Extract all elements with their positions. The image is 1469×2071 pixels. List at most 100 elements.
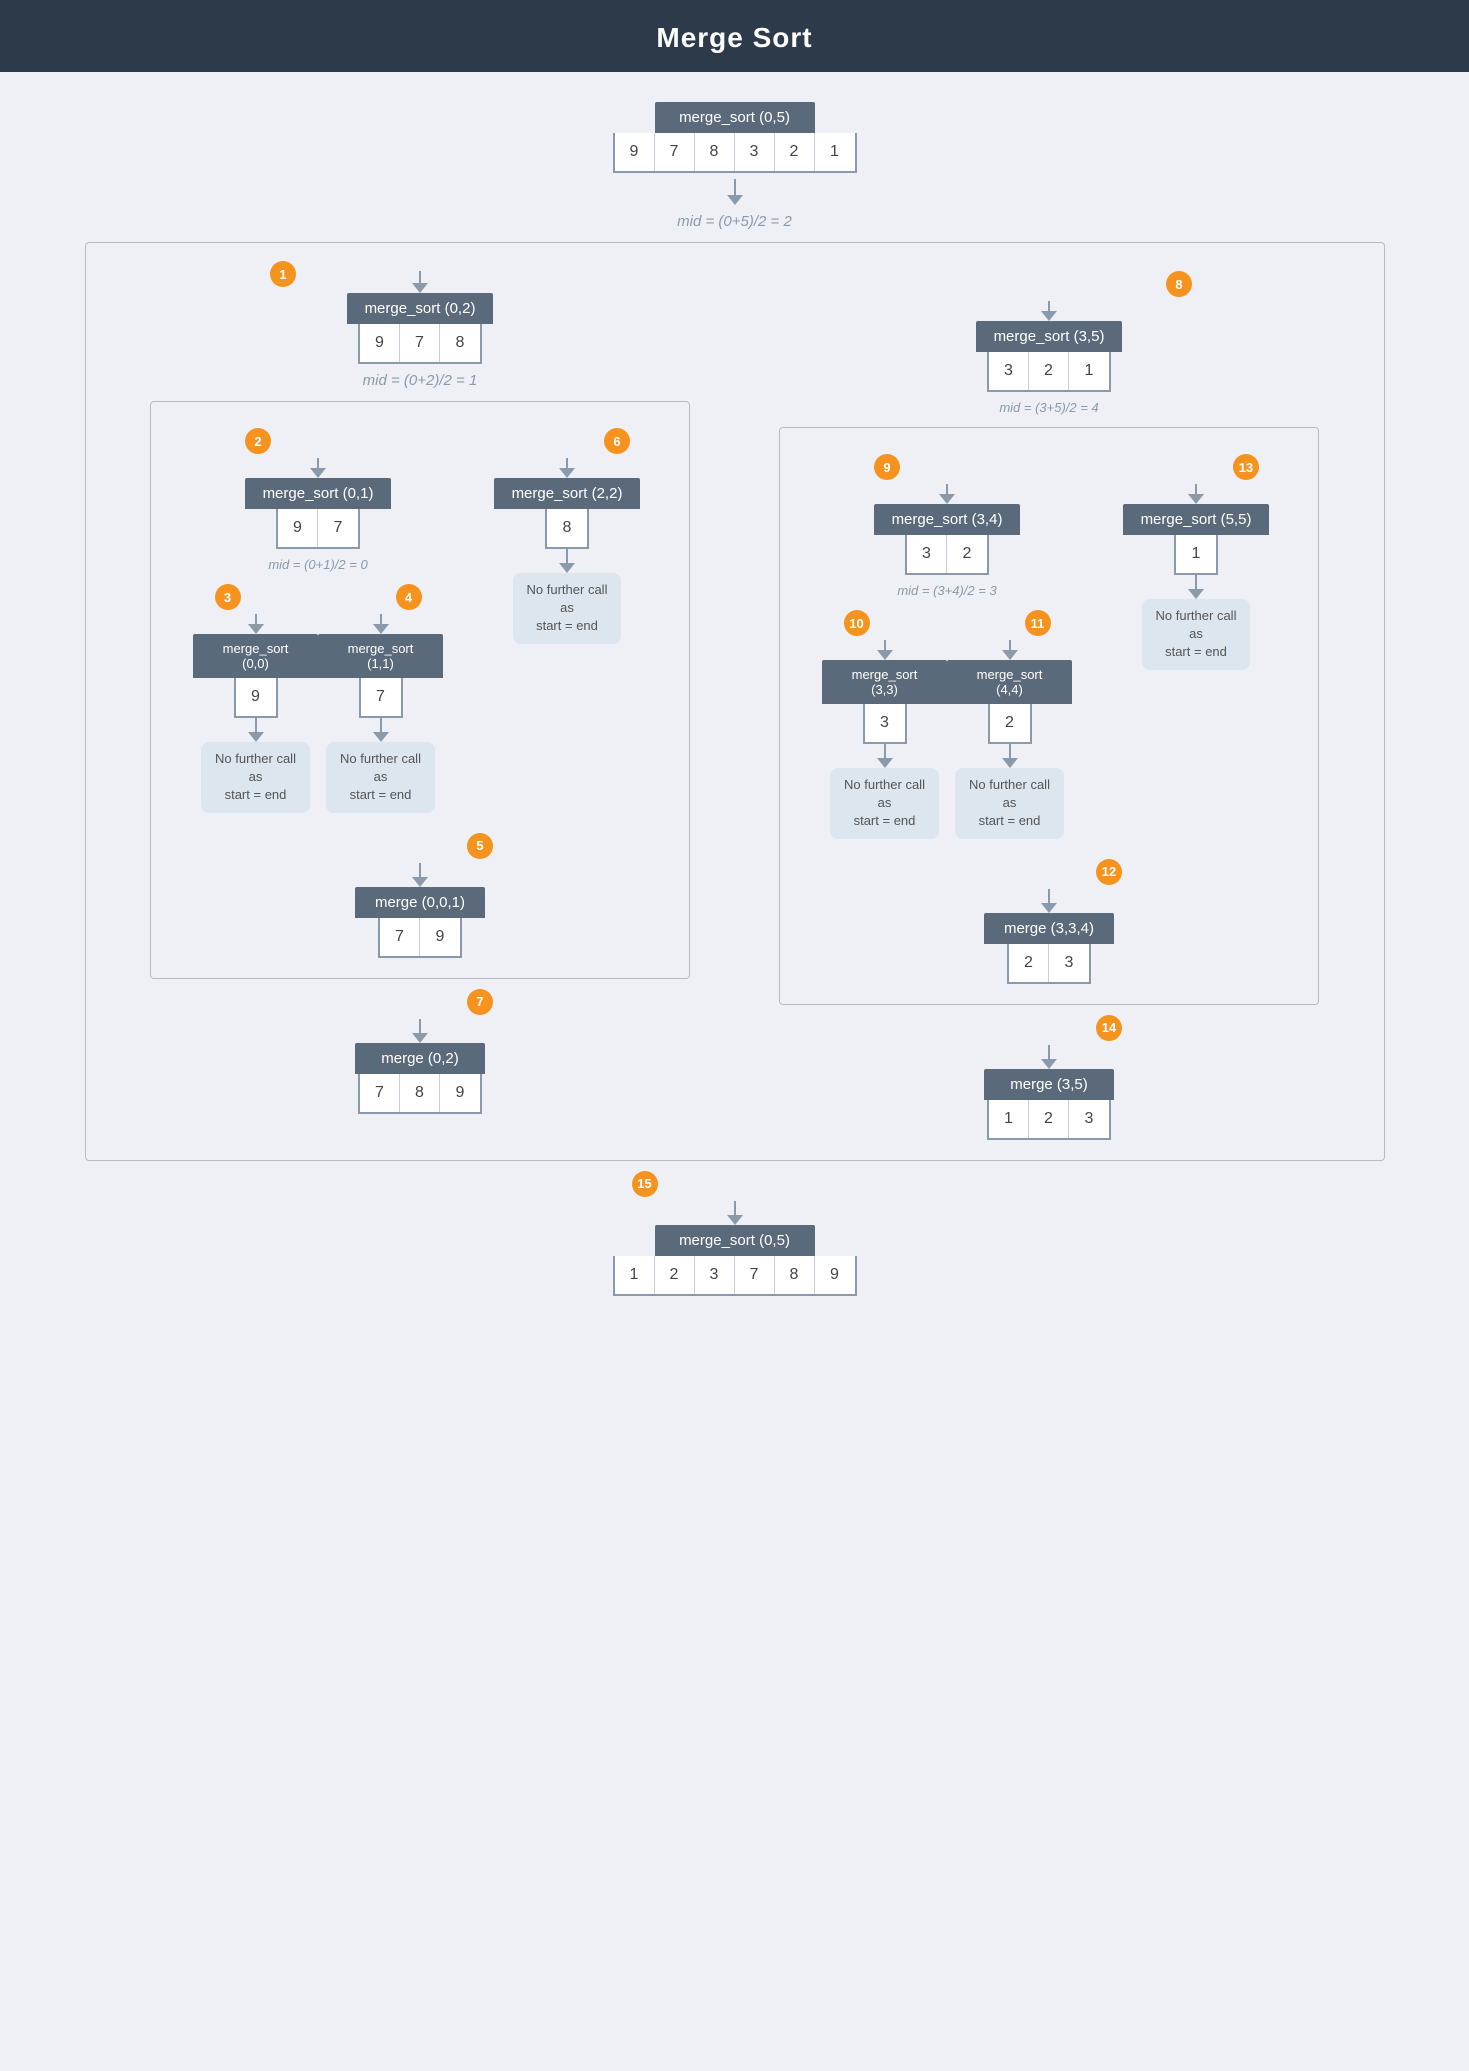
n15-box: merge_sort (0,5) 1 2 3 7 8 9 bbox=[613, 1225, 857, 1296]
n2-val-0: 9 bbox=[278, 509, 318, 547]
n1-box: merge_sort (0,2) 9 7 8 bbox=[347, 293, 494, 364]
n13-container: 13 merge_sort (5,5) 1 bbox=[1116, 454, 1276, 670]
n6-label: merge_sort (2,2) bbox=[494, 478, 641, 509]
n10-n11-row: 10 merge_sort (3,3) 3 bbox=[822, 610, 1072, 839]
n5-rel: 5 merge (0,0,1) 7 9 bbox=[355, 833, 485, 958]
n6-box: merge_sort (2,2) 8 bbox=[494, 478, 641, 549]
ah-n4 bbox=[373, 624, 389, 634]
badge-4: 4 bbox=[396, 584, 422, 610]
n5-label: merge (0,0,1) bbox=[355, 887, 485, 918]
al-n3b bbox=[255, 718, 257, 732]
left-subtree: 1 merge_sort (0,2) 9 7 8 mid = (0+2)/2 =… bbox=[130, 271, 710, 1114]
ah-n2 bbox=[310, 468, 326, 478]
n7-val-2: 9 bbox=[440, 1074, 480, 1112]
al-n13b bbox=[1195, 575, 1197, 589]
n8-inner-box: 9 merge_sort (3,4) 3 2 bbox=[779, 427, 1319, 1005]
ah-n10 bbox=[877, 650, 893, 660]
al-n10b bbox=[884, 744, 886, 758]
n2-val-1: 7 bbox=[318, 509, 358, 547]
n8-container: 8 merge_sort (3,5) 3 2 1 mid = (3+5)/2 =… bbox=[759, 271, 1339, 423]
n15-val-2: 3 bbox=[695, 1256, 735, 1294]
n15-val-3: 7 bbox=[735, 1256, 775, 1294]
badge-12: 12 bbox=[1096, 859, 1122, 885]
header: Merge Sort bbox=[0, 0, 1469, 72]
n4-label: merge_sort (1,1) bbox=[318, 634, 443, 678]
al-n8 bbox=[1048, 301, 1050, 311]
n14-val-1: 2 bbox=[1029, 1100, 1069, 1138]
n10-box: merge_sort (3,3) 3 bbox=[822, 660, 947, 744]
n15-val-5: 9 bbox=[815, 1256, 855, 1294]
n3-subtree: 3 merge_sort (0,0) 9 bbox=[193, 584, 318, 813]
n7-box: merge (0,2) 7 8 9 bbox=[355, 1043, 485, 1114]
al-n13 bbox=[1195, 484, 1197, 494]
n14-box: merge (3,5) 1 2 3 bbox=[984, 1069, 1114, 1140]
mid-n9: mid = (3+4)/2 = 3 bbox=[897, 583, 996, 598]
al-n4 bbox=[380, 614, 382, 624]
n1-label: merge_sort (0,2) bbox=[347, 293, 494, 324]
n5-box: merge (0,0,1) 7 9 bbox=[355, 887, 485, 958]
n9-subtree: 9 merge_sort (3,4) 3 2 bbox=[822, 454, 1072, 839]
n14-label: merge (3,5) bbox=[984, 1069, 1114, 1100]
arrowhead-n1 bbox=[412, 283, 428, 293]
al-n7 bbox=[419, 1019, 421, 1033]
n3-box: merge_sort (0,0) 9 bbox=[193, 634, 318, 718]
no-further-n4: No further callasstart = end bbox=[326, 742, 435, 813]
no-further-n6: No further callasstart = end bbox=[513, 573, 622, 644]
badge-9: 9 bbox=[874, 454, 900, 480]
n8-val-0: 3 bbox=[989, 352, 1029, 390]
al-n11b bbox=[1009, 744, 1011, 758]
mid-root-label: mid = (0+5)/2 = 2 bbox=[677, 213, 792, 230]
ah-n6b bbox=[559, 563, 575, 573]
n10-container: 10 merge_sort (3,3) 3 bbox=[822, 610, 947, 839]
al-n5 bbox=[419, 863, 421, 877]
n14-val-0: 1 bbox=[989, 1100, 1029, 1138]
ah-n3 bbox=[248, 624, 264, 634]
n15-val-0: 1 bbox=[615, 1256, 655, 1294]
n11-val-0: 2 bbox=[990, 704, 1030, 742]
n9-n13-row: 9 merge_sort (3,4) 3 2 bbox=[800, 454, 1298, 839]
root-mid-arrow bbox=[727, 179, 743, 205]
n2-box: merge_sort (0,1) 9 7 bbox=[245, 478, 392, 549]
n11-label: merge_sort (4,4) bbox=[947, 660, 1072, 704]
n7-label: merge (0,2) bbox=[355, 1043, 485, 1074]
badge-7: 7 bbox=[467, 989, 493, 1015]
n12-val-1: 3 bbox=[1049, 944, 1089, 982]
no-further-n10: No further callasstart = end bbox=[830, 768, 939, 839]
n8-val-1: 2 bbox=[1029, 352, 1069, 390]
n7-container: 7 merge (0,2) 7 8 9 bbox=[355, 989, 485, 1114]
n10-label: merge_sort (3,3) bbox=[822, 660, 947, 704]
n12-val-0: 2 bbox=[1009, 944, 1049, 982]
n10-subtree: 10 merge_sort (3,3) 3 bbox=[822, 610, 947, 839]
n12-label: merge (3,3,4) bbox=[984, 913, 1114, 944]
n4-val-0: 7 bbox=[361, 678, 401, 716]
n7-val-1: 8 bbox=[400, 1074, 440, 1112]
n4-subtree: 4 merge_sort (1,1) 7 bbox=[318, 584, 443, 813]
badge-3: 3 bbox=[215, 584, 241, 610]
n14-container: 14 merge (3,5) 1 2 3 bbox=[984, 1015, 1114, 1140]
al-n2 bbox=[317, 458, 319, 468]
n7-val-0: 7 bbox=[360, 1074, 400, 1112]
ah-n6 bbox=[559, 468, 575, 478]
n6-val-0: 8 bbox=[547, 509, 587, 547]
mid-n2: mid = (0+1)/2 = 0 bbox=[268, 557, 367, 572]
n3-n4-row: 3 merge_sort (0,0) 9 bbox=[193, 584, 443, 813]
root-val-5: 1 bbox=[815, 133, 855, 171]
no-further-n3: No further callasstart = end bbox=[201, 742, 310, 813]
ah-n8 bbox=[1041, 311, 1057, 321]
n15-rel: 15 merge_sort (0,5) 1 2 3 7 8 9 bbox=[613, 1171, 857, 1296]
n13-label: merge_sort (5,5) bbox=[1123, 504, 1270, 535]
n12-rel: 12 merge (3,3,4) 2 3 bbox=[984, 859, 1114, 984]
n5-container: 5 merge (0,0,1) 7 9 bbox=[171, 833, 669, 958]
badge-6: 6 bbox=[604, 428, 630, 454]
n9-val-0: 3 bbox=[907, 535, 947, 573]
root-val-2: 8 bbox=[695, 133, 735, 171]
arrow-line-root bbox=[734, 179, 736, 195]
ah-n11 bbox=[1002, 650, 1018, 660]
al-n10 bbox=[884, 640, 886, 650]
n15-val-4: 8 bbox=[775, 1256, 815, 1294]
al-n3 bbox=[255, 614, 257, 624]
ah-n3b bbox=[248, 732, 264, 742]
badge-15: 15 bbox=[632, 1171, 658, 1197]
n15-label: merge_sort (0,5) bbox=[655, 1225, 815, 1256]
mid-n8: mid = (3+5)/2 = 4 bbox=[999, 400, 1098, 415]
